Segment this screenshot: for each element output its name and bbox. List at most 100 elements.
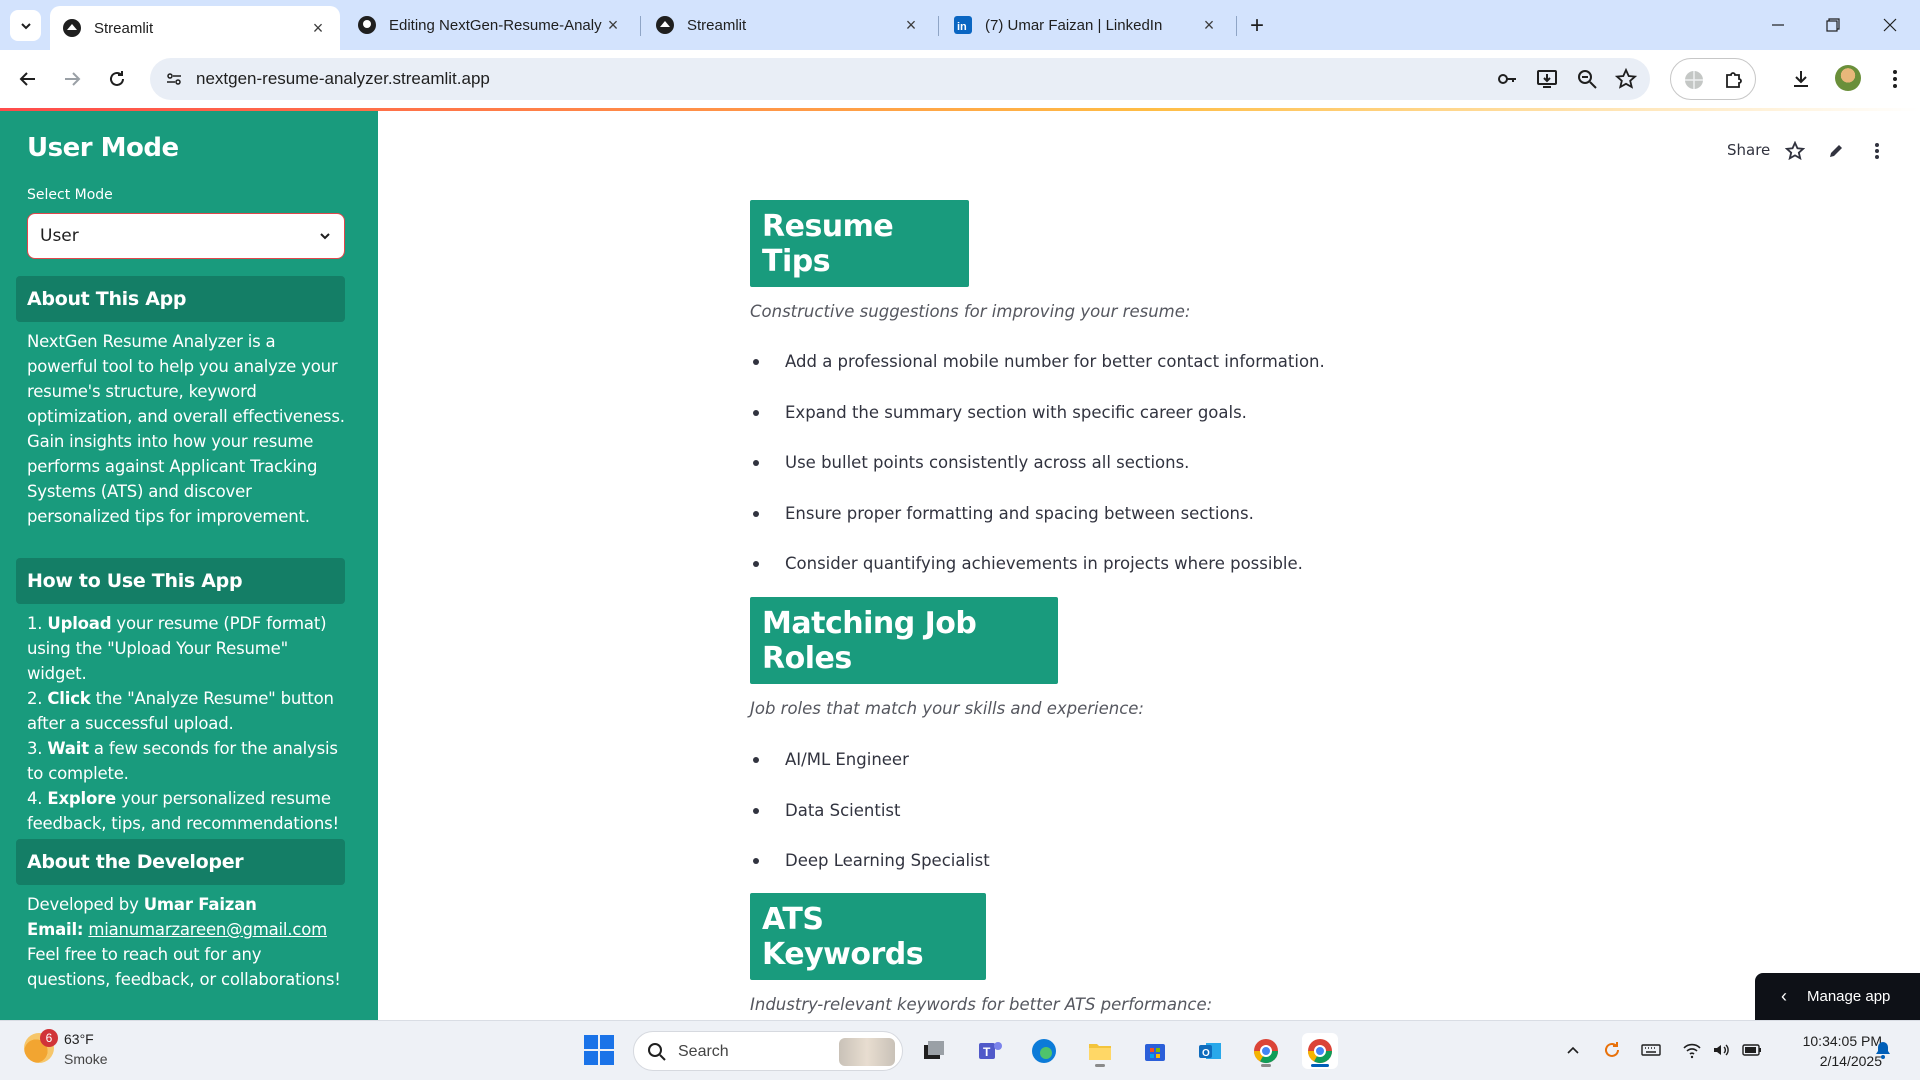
back-button[interactable] bbox=[12, 63, 44, 95]
site-settings-icon[interactable] bbox=[164, 69, 184, 89]
zoom-icon[interactable] bbox=[1575, 67, 1599, 91]
matching-job-roles-caption: Job roles that match your skills and exp… bbox=[750, 699, 1144, 718]
close-tab-icon[interactable]: × bbox=[603, 15, 623, 35]
favorite-star-icon[interactable] bbox=[1783, 139, 1807, 163]
mode-select[interactable]: User bbox=[27, 213, 345, 259]
outlook-icon[interactable]: O bbox=[1192, 1033, 1228, 1069]
chevron-up-icon[interactable] bbox=[1562, 1039, 1584, 1061]
developer-name: Umar Faizan bbox=[143, 895, 257, 914]
keyboard-icon[interactable] bbox=[1640, 1039, 1662, 1061]
svg-text:T: T bbox=[983, 1045, 991, 1059]
clock-date: 2/14/2025 bbox=[1819, 1053, 1882, 1069]
close-tab-icon[interactable]: × bbox=[901, 15, 921, 35]
list-item: Use bullet points consistently across al… bbox=[753, 453, 1189, 472]
how-to-step: 1. Upload your resume (PDF format) using… bbox=[27, 614, 327, 683]
battery-icon[interactable] bbox=[1741, 1039, 1763, 1061]
svg-text:in: in bbox=[957, 21, 967, 33]
manage-app-button[interactable]: ‹ Manage app bbox=[1755, 973, 1920, 1020]
teams-icon[interactable]: T bbox=[972, 1033, 1008, 1069]
sidebar-title: User Mode bbox=[27, 133, 179, 163]
password-key-icon[interactable] bbox=[1495, 67, 1519, 91]
tab-search-button[interactable] bbox=[10, 10, 41, 41]
task-view-icon[interactable] bbox=[916, 1033, 952, 1069]
tab-title: Streamlit bbox=[687, 16, 747, 34]
back-arrow-icon bbox=[19, 72, 35, 86]
windows-taskbar: 6 63°F Smoke Search T O 10:34:05 PM 2/14… bbox=[0, 1020, 1920, 1080]
minimize-button[interactable] bbox=[1758, 8, 1798, 42]
resume-tips-heading: Resume Tips bbox=[750, 200, 969, 287]
github-icon bbox=[357, 15, 377, 35]
ats-keywords-heading: ATS Keywords bbox=[750, 893, 986, 980]
notification-bell-icon[interactable] bbox=[1872, 1039, 1894, 1061]
system-clock[interactable]: 10:34:05 PM 2/14/2025 bbox=[1772, 1031, 1882, 1071]
forward-button[interactable] bbox=[56, 63, 88, 95]
manage-app-label: Manage app bbox=[1807, 988, 1891, 1005]
extensions-group bbox=[1670, 58, 1756, 100]
weather-badge: 6 bbox=[40, 1029, 58, 1047]
close-tab-icon[interactable]: × bbox=[308, 18, 328, 38]
address-bar[interactable]: nextgen-resume-analyzer.streamlit.app bbox=[150, 58, 1650, 100]
list-item: Data Scientist bbox=[753, 801, 901, 820]
close-icon bbox=[1883, 18, 1897, 32]
svg-text:O: O bbox=[1202, 1048, 1210, 1059]
browser-tab-4[interactable]: in (7) Umar Faizan | LinkedIn × bbox=[941, 6, 1231, 44]
edit-pencil-icon[interactable] bbox=[1824, 139, 1848, 163]
url-text[interactable]: nextgen-resume-analyzer.streamlit.app bbox=[196, 69, 490, 89]
downloads-icon[interactable] bbox=[1786, 64, 1816, 94]
volume-icon[interactable] bbox=[1710, 1039, 1732, 1061]
streamlit-icon bbox=[62, 18, 82, 38]
minimize-icon bbox=[1772, 24, 1784, 26]
chrome-menu-icon[interactable] bbox=[1880, 64, 1910, 94]
how-to-step: 2. Click the "Analyze Resume" button aft… bbox=[27, 689, 334, 733]
new-tab-button[interactable]: + bbox=[1243, 12, 1271, 40]
list-item: AI/ML Engineer bbox=[753, 750, 909, 769]
developer-email-link[interactable]: mianumarzareen@gmail.com bbox=[88, 920, 327, 939]
chevron-down-icon bbox=[320, 233, 330, 240]
about-app-text: NextGen Resume Analyzer is a powerful to… bbox=[27, 332, 345, 526]
wifi-icon[interactable] bbox=[1681, 1039, 1703, 1061]
chrome-profile-icon[interactable] bbox=[1248, 1033, 1284, 1069]
list-item: Ensure proper formatting and spacing bet… bbox=[753, 504, 1254, 523]
profile-avatar[interactable] bbox=[1835, 65, 1861, 91]
about-app-heading: About This App bbox=[16, 276, 345, 322]
start-button[interactable] bbox=[584, 1035, 614, 1065]
bookmark-star-icon[interactable] bbox=[1614, 67, 1638, 91]
file-explorer-icon[interactable] bbox=[1082, 1033, 1118, 1069]
browser-toolbar: nextgen-resume-analyzer.streamlit.app bbox=[0, 50, 1920, 108]
chevron-down-icon bbox=[20, 22, 31, 29]
close-tab-icon[interactable]: × bbox=[1199, 15, 1219, 35]
list-item: Deep Learning Specialist bbox=[753, 851, 990, 870]
weather-temperature[interactable]: 63°F bbox=[64, 1031, 94, 1047]
streamlit-icon bbox=[655, 15, 675, 35]
taskbar-search[interactable]: Search bbox=[633, 1031, 903, 1071]
clock-time: 10:34:05 PM bbox=[1802, 1033, 1882, 1049]
weather-description[interactable]: Smoke bbox=[64, 1051, 108, 1067]
resume-tips-caption: Constructive suggestions for improving y… bbox=[750, 302, 1191, 321]
chrome-active-icon[interactable] bbox=[1302, 1033, 1338, 1069]
forward-arrow-icon bbox=[65, 72, 81, 86]
close-window-button[interactable] bbox=[1870, 8, 1910, 42]
chevron-left-icon: ‹ bbox=[1781, 986, 1787, 1006]
search-label: Search bbox=[678, 1043, 729, 1060]
browser-tab-3[interactable]: Streamlit × bbox=[643, 6, 933, 44]
tab-title: Editing NextGen-Resume-Analy bbox=[389, 16, 602, 34]
install-app-icon[interactable] bbox=[1535, 67, 1559, 91]
main-menu-icon[interactable] bbox=[1865, 139, 1889, 163]
browser-tab-1[interactable]: Streamlit × bbox=[50, 6, 340, 50]
tab-title: Streamlit bbox=[94, 19, 154, 37]
microsoft-store-icon[interactable] bbox=[1137, 1033, 1173, 1069]
browser-tabstrip: Streamlit × Editing NextGen-Resume-Analy… bbox=[0, 0, 1920, 50]
globe-extension-icon[interactable] bbox=[1679, 65, 1709, 95]
matching-job-roles-heading: Matching Job Roles bbox=[750, 597, 1058, 684]
main-content: Share Resume Tips Constructive suggestio… bbox=[378, 111, 1920, 1020]
sync-icon[interactable] bbox=[1601, 1039, 1623, 1061]
restore-button[interactable] bbox=[1813, 8, 1853, 42]
edge-icon[interactable] bbox=[1026, 1033, 1062, 1069]
browser-tab-2[interactable]: Editing NextGen-Resume-Analy × bbox=[345, 6, 635, 44]
search-highlight-image bbox=[839, 1038, 895, 1066]
list-item: Expand the summary section with specific… bbox=[753, 403, 1247, 422]
about-developer-text: Developed by Umar Faizan Email: mianumar… bbox=[27, 895, 341, 989]
puzzle-extensions-icon[interactable] bbox=[1719, 65, 1749, 95]
share-button[interactable]: Share bbox=[1727, 141, 1770, 159]
reload-button[interactable] bbox=[101, 63, 133, 95]
